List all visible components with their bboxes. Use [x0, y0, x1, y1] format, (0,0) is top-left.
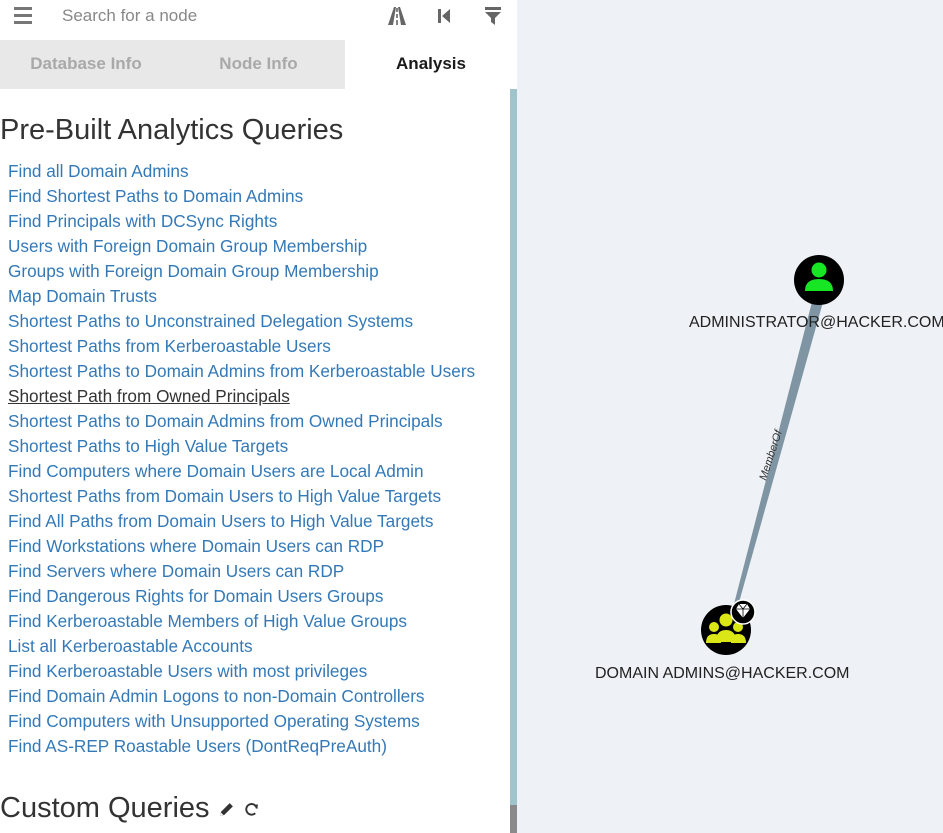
scrollbar-thumb[interactable]: [510, 805, 517, 833]
query-link[interactable]: Find Domain Admin Logons to non-Domain C…: [8, 684, 475, 709]
query-link[interactable]: Find Workstations where Domain Users can…: [8, 534, 475, 559]
query-link[interactable]: Find Servers where Domain Users can RDP: [8, 559, 475, 584]
query-link[interactable]: Find Shortest Paths to Domain Admins: [8, 184, 475, 209]
query-link[interactable]: Shortest Paths to Domain Admins from Own…: [8, 409, 475, 434]
query-link[interactable]: List all Kerberoastable Accounts: [8, 634, 475, 659]
user-node[interactable]: [794, 255, 844, 305]
tab-analysis[interactable]: Analysis: [345, 40, 517, 89]
user-node-label: ADMINISTRATOR@HACKER.COM: [689, 314, 943, 331]
gem-icon: [730, 599, 756, 625]
analysis-content[interactable]: Pre-Built Analytics Queries Find all Dom…: [0, 89, 510, 833]
search-bar: [0, 0, 517, 40]
tab-node-info[interactable]: Node Info: [172, 40, 345, 89]
custom-queries-header: Custom Queries: [0, 792, 260, 826]
query-link[interactable]: Shortest Paths from Kerberoastable Users: [8, 334, 475, 359]
prebuilt-query-list: Find all Domain Admins Find Shortest Path…: [8, 159, 475, 759]
query-link[interactable]: Shortest Paths to Domain Admins from Ker…: [8, 359, 475, 384]
query-link[interactable]: Find Principals with DCSync Rights: [8, 209, 475, 234]
side-panel: Database Info Node Info Analysis Pre-Bui…: [0, 0, 517, 833]
graph-canvas[interactable]: MemberOf ADMINISTRATOR@HACKER.COM DOMAIN…: [517, 0, 943, 833]
query-link[interactable]: Find Computers with Unsupported Operatin…: [8, 709, 475, 734]
query-link[interactable]: Groups with Foreign Domain Group Members…: [8, 259, 475, 284]
query-link[interactable]: Find All Paths from Domain Users to High…: [8, 509, 475, 534]
custom-queries-title: Custom Queries: [0, 792, 210, 824]
query-link[interactable]: Shortest Paths to High Value Targets: [8, 434, 475, 459]
group-node-label: DOMAIN ADMINS@HACKER.COM: [595, 665, 849, 682]
query-link[interactable]: Find Computers where Domain Users are Lo…: [8, 459, 475, 484]
refresh-icon[interactable]: [243, 793, 260, 826]
filter-icon[interactable]: [481, 4, 505, 28]
tab-database-info[interactable]: Database Info: [0, 40, 172, 89]
search-input[interactable]: [52, 3, 372, 29]
query-link[interactable]: Find AS-REP Roastable Users (DontReqPreA…: [8, 734, 475, 759]
scrollbar-track[interactable]: [510, 89, 517, 833]
tab-bar: Database Info Node Info Analysis: [0, 40, 517, 89]
query-link[interactable]: Find Kerberoastable Users with most priv…: [8, 659, 475, 684]
query-link[interactable]: Users with Foreign Domain Group Membersh…: [8, 234, 475, 259]
edge-label-memberof: MemberOf: [757, 428, 785, 482]
road-icon[interactable]: [385, 4, 409, 28]
group-node[interactable]: [701, 599, 756, 655]
query-link[interactable]: Find Kerberoastable Members of High Valu…: [8, 609, 475, 634]
query-link[interactable]: Map Domain Trusts: [8, 284, 475, 309]
query-link[interactable]: Find all Domain Admins: [8, 159, 475, 184]
query-link[interactable]: Shortest Path from Owned Principals: [8, 384, 475, 409]
query-link[interactable]: Find Dangerous Rights for Domain Users G…: [8, 584, 475, 609]
step-backward-icon[interactable]: [432, 4, 456, 28]
hamburger-menu-icon[interactable]: [14, 7, 32, 25]
graph-svg[interactable]: MemberOf ADMINISTRATOR@HACKER.COM DOMAIN…: [517, 0, 943, 833]
query-link[interactable]: Shortest Paths from Domain Users to High…: [8, 484, 475, 509]
prebuilt-queries-title: Pre-Built Analytics Queries: [0, 114, 344, 146]
pencil-icon[interactable]: [218, 793, 235, 826]
query-link[interactable]: Shortest Paths to Unconstrained Delegati…: [8, 309, 475, 334]
